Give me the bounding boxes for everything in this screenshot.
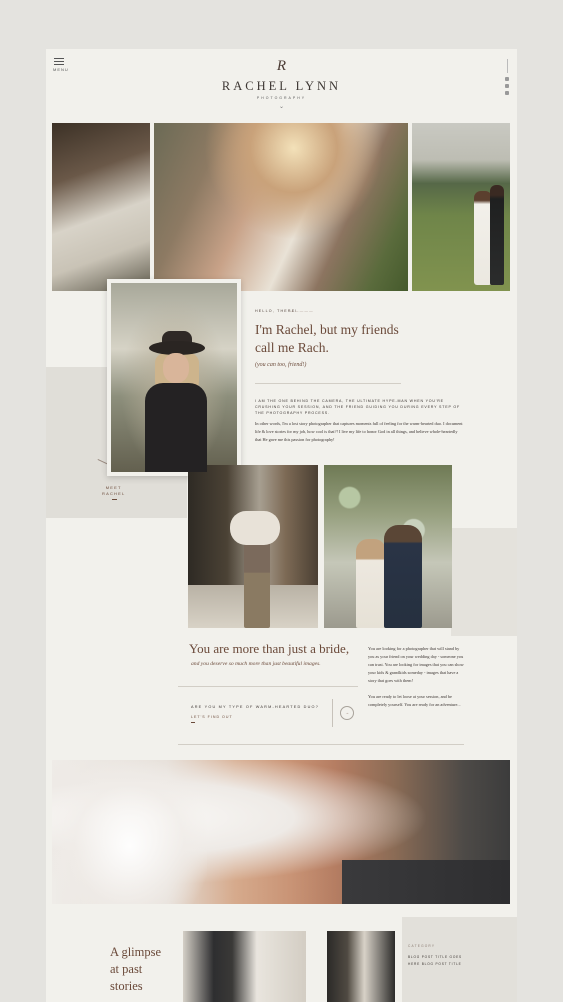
find-out-dash <box>191 722 195 723</box>
bride-headline: You are more than just a bride, <box>189 641 350 656</box>
about-caps-paragraph: I AM THE ONE BEHIND THE CAMERA, THE ULTI… <box>255 399 460 415</box>
brand-name[interactable]: RACHEL LYNN <box>46 79 517 94</box>
logo-mark[interactable]: R <box>46 58 517 75</box>
bride-copy: You are looking for a photographer that … <box>368 645 464 717</box>
hello-tag: ————— <box>290 309 314 313</box>
about-body-paragraph: In other words, I'm a lost story photogr… <box>255 421 463 442</box>
vertical-divider <box>332 699 333 727</box>
rachel-portrait-photo <box>111 283 237 472</box>
chevron-down-icon[interactable]: ⌄ <box>279 103 284 110</box>
page: MENU R RACHEL LYNN PHOTOGRAPHY ⌄ MEET RA… <box>46 49 517 1002</box>
past-stories-heading: A glimpse at past stories <box>110 945 162 993</box>
duo-question: ARE YOU MY TYPE OF WARM-HEARTED DUO? <box>191 705 320 709</box>
about-subhead: (you can too, friend!) <box>255 362 307 368</box>
brand-subtitle: PHOTOGRAPHY <box>256 96 307 100</box>
meet-rachel-label[interactable]: MEET RACHEL <box>102 485 125 497</box>
bride-subheadline: and you deserve so much more than just b… <box>191 661 321 667</box>
confetti-couple-photo <box>324 465 452 628</box>
category-label: CATEGORY <box>408 944 436 948</box>
field-couple-photo <box>412 123 510 291</box>
headline-line-2: call me Rach. <box>255 340 329 355</box>
facebook-icon[interactable] <box>505 91 509 95</box>
social-divider <box>506 59 508 73</box>
category-panel <box>402 917 517 1002</box>
divider <box>255 383 401 384</box>
social-links <box>503 59 511 98</box>
divider <box>178 744 464 745</box>
meet-label-bottom: RACHEL <box>102 491 126 496</box>
porch-couple-photo <box>188 465 318 628</box>
category-item[interactable]: BLOG POST TITLE GOES <box>408 955 462 959</box>
pinterest-icon[interactable] <box>505 84 509 88</box>
instagram-icon[interactable] <box>505 77 509 81</box>
blog-post-photo[interactable] <box>327 931 395 1002</box>
blog-post-photo[interactable] <box>183 931 306 1002</box>
about-headline: I'm Rachel, but my friends call me Rach. <box>255 321 455 357</box>
meet-dash <box>112 499 117 500</box>
rachel-portrait-frame <box>107 279 241 476</box>
divider <box>178 686 358 687</box>
bridesmaids-photo <box>52 123 150 291</box>
bride-copy-p2: You are ready to let loose at your sessi… <box>368 694 461 707</box>
arrow-right-icon[interactable]: → <box>340 706 354 720</box>
bride-copy-p1: You are looking for a photographer that … <box>368 646 464 683</box>
couple-embrace-photo <box>154 123 408 291</box>
beige-block-right <box>451 528 517 636</box>
couple-closeup-photo <box>52 760 510 904</box>
category-item[interactable]: HERE BLOG POST TITLE <box>408 962 462 966</box>
headline-line-1: I'm Rachel, but my friends <box>255 322 399 337</box>
find-out-link[interactable]: LET'S FIND OUT <box>191 715 233 719</box>
